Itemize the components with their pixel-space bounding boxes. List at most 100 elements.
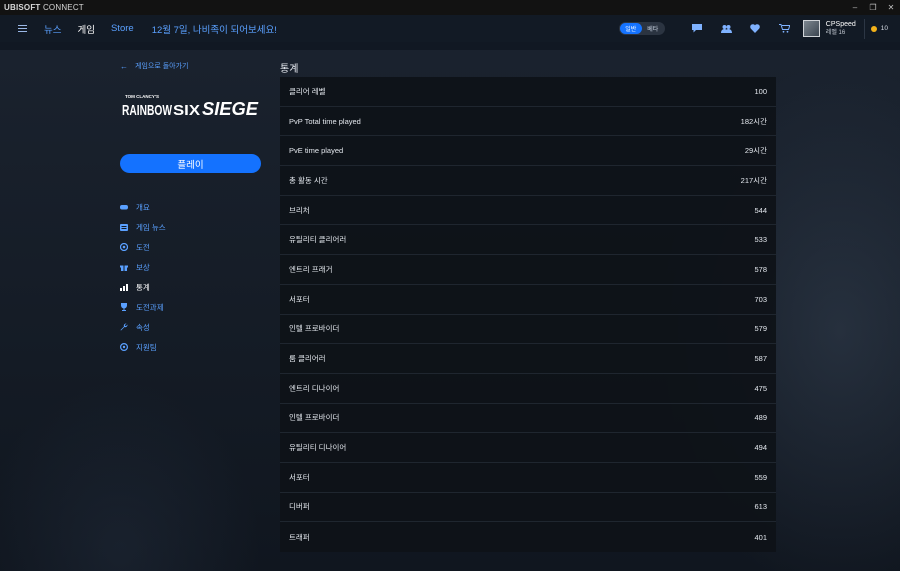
stat-label: 디버퍼: [289, 502, 310, 512]
stat-value: 100: [754, 86, 767, 96]
stat-label: 서포터: [289, 294, 310, 304]
table-row: 인텔 프로바이더 579: [280, 315, 776, 345]
sidebar-item-label: 보상: [136, 262, 150, 272]
user-profile[interactable]: CPSpeed 레벨 16: [802, 18, 865, 39]
user-name: CPSpeed: [825, 20, 856, 28]
sidebar-item-overview[interactable]: 개요: [120, 197, 260, 217]
stat-value: 579: [754, 324, 767, 334]
game-logo: TOM CLANCY'S RAINBOW SIX SIEGE: [122, 94, 259, 119]
stat-label: 인텔 프로바이더: [289, 324, 340, 334]
stat-value: 703: [754, 294, 767, 304]
stat-label: 엔트리 디나이어: [289, 383, 340, 393]
table-row: 총 활동 시간 217시간: [280, 166, 776, 196]
table-row: 유틸리티 디나이어 494: [280, 433, 776, 463]
stat-label: 유틸리티 클리어러: [289, 235, 347, 245]
table-row: 클리어 레벨 100: [280, 77, 776, 107]
gamepad-icon: [120, 203, 128, 211]
stat-value: 494: [754, 443, 767, 453]
sidebar-item-label: 게임 뉴스: [136, 222, 166, 232]
sidebar-item-label: 도전과제: [136, 302, 164, 312]
stat-value: 29시간: [744, 146, 767, 156]
table-row: 서포터 559: [280, 463, 776, 493]
stat-label: 인텔 프로바이더: [289, 413, 340, 423]
support-icon: [120, 343, 128, 351]
avatar[interactable]: [802, 20, 820, 37]
sidebar-item-label: 통계: [136, 282, 150, 292]
cart-icon[interactable]: [770, 15, 799, 42]
sidebar-item-achievements[interactable]: 도전과제: [120, 297, 260, 317]
sidebar-item-label: 도전: [136, 242, 150, 252]
sidebar-item-challenges[interactable]: 도전: [120, 237, 260, 257]
svg-text:SIX: SIX: [173, 102, 200, 119]
sidebar-item-label: 속성: [136, 322, 150, 332]
stat-label: PvE time played: [289, 146, 344, 156]
units-balance[interactable]: 10: [865, 25, 900, 32]
sidebar-item-rewards[interactable]: 보상: [120, 257, 260, 277]
wrench-icon: [120, 323, 128, 331]
svg-text:SIEGE: SIEGE: [202, 99, 259, 119]
stat-value: 559: [754, 472, 767, 482]
toggle-option-beta[interactable]: 베타: [642, 23, 664, 34]
table-row: 유틸리티 클리어러 533: [280, 225, 776, 256]
wishlist-icon[interactable]: [741, 15, 770, 42]
release-channel-toggle[interactable]: 일반 베타: [618, 22, 665, 35]
minimize-button[interactable]: –: [846, 0, 864, 15]
hamburger-menu-icon[interactable]: [0, 15, 44, 42]
table-row: 룸 클리어러 587: [280, 344, 776, 374]
title-bar: UBISOFT CONNECT – ❐ ✕: [0, 0, 900, 15]
tab-store[interactable]: Store: [111, 23, 134, 34]
stat-value: 578: [754, 264, 767, 274]
back-to-games-link[interactable]: ← 게임으로 돌아가기: [120, 61, 188, 71]
stat-value: 489: [754, 413, 767, 423]
news-icon: [120, 223, 128, 231]
user-level: 레벨 16: [825, 29, 846, 36]
page-title: 통계: [280, 64, 299, 75]
stat-value: 401: [754, 532, 767, 542]
table-row: 서포터 703: [280, 285, 776, 315]
tab-games[interactable]: 게임: [77, 22, 94, 36]
arrow-left-icon: ←: [120, 61, 128, 71]
stat-label: 총 활동 시간: [289, 175, 328, 185]
chat-icon[interactable]: [683, 15, 712, 42]
tab-news[interactable]: 뉴스: [44, 22, 61, 36]
stats-icon: [120, 283, 128, 291]
stat-label: 트래퍼: [289, 532, 310, 542]
friends-icon[interactable]: [712, 15, 741, 42]
promo-link[interactable]: 12월 7일, 나비족이 되어보세요!: [152, 22, 277, 36]
stat-label: 룸 클리어러: [289, 354, 326, 364]
stat-label: 클리어 레벨: [289, 86, 326, 96]
stat-value: 613: [754, 502, 767, 512]
close-button[interactable]: ✕: [882, 0, 900, 15]
table-row: 브리처 544: [280, 196, 776, 226]
table-row: 엔트리 프래거 578: [280, 255, 776, 285]
restore-button[interactable]: ❐: [864, 0, 882, 15]
gift-icon: [120, 263, 128, 271]
toggle-option-normal[interactable]: 일반: [619, 23, 642, 34]
table-row: PvE time played 29시간: [280, 136, 776, 167]
stat-value: 475: [754, 383, 767, 393]
sidebar-item-game-news[interactable]: 게임 뉴스: [120, 217, 260, 237]
table-row: 디버퍼 613: [280, 493, 776, 523]
sidebar-item-support[interactable]: 지원팀: [120, 337, 260, 357]
stat-value: 217시간: [740, 175, 767, 185]
back-link-label: 게임으로 돌아가기: [135, 63, 189, 70]
table-row: 트래퍼 401: [280, 522, 776, 552]
coin-icon: [870, 25, 877, 32]
top-nav: 뉴스 게임 Store 12월 7일, 나비족이 되어보세요! 일반 베타 CP…: [0, 15, 900, 42]
table-row: 인텔 프로바이더 489: [280, 404, 776, 434]
table-row: PvP Total time played 182시간: [280, 107, 776, 137]
sidebar-item-properties[interactable]: 속성: [120, 317, 260, 337]
sidebar-item-label: 지원팀: [136, 342, 157, 352]
stat-value: 544: [754, 205, 767, 215]
trophy-icon: [120, 303, 128, 311]
svg-text:RAINBOW: RAINBOW: [122, 102, 173, 119]
game-side-menu: 개요 게임 뉴스 도전 보상 통계 도전과제 속성 지원팀: [120, 197, 260, 357]
challenge-icon: [120, 243, 128, 251]
stat-label: 서포터: [289, 472, 310, 482]
sidebar-item-stats[interactable]: 통계: [120, 277, 260, 297]
stat-label: PvP Total time played: [289, 116, 361, 126]
units-count: 10: [880, 25, 888, 32]
stats-table: 클리어 레벨 100 PvP Total time played 182시간 PvE…: [280, 77, 776, 552]
stat-value: 182시간: [740, 116, 767, 126]
play-button[interactable]: 플레이: [120, 154, 261, 173]
